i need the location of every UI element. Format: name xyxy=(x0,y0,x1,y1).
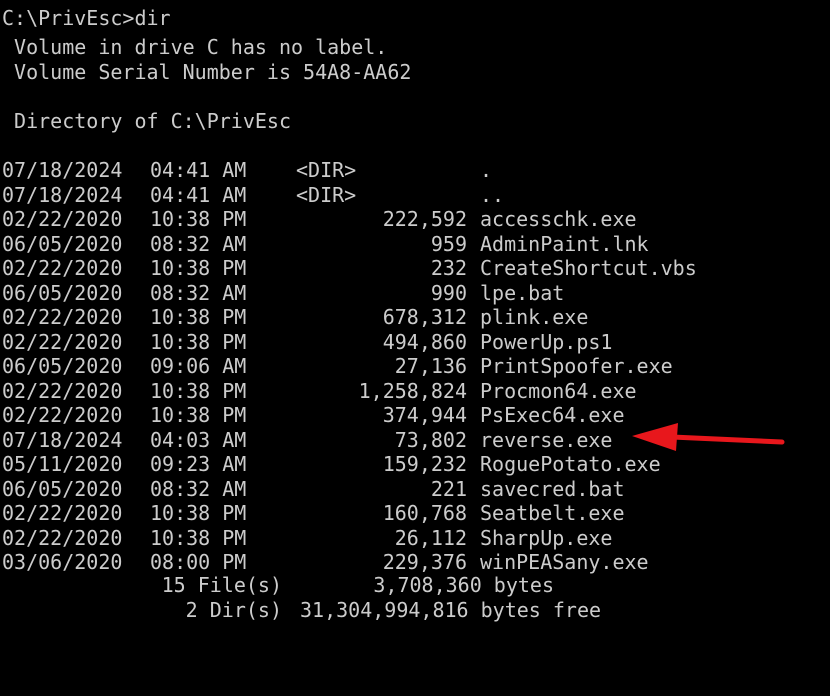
dirs-count: 2 Dir(s) xyxy=(185,598,282,622)
dirs-bytes-free: 31,304,994,816 bytes free xyxy=(300,598,602,622)
entry-date: 03/06/2020 xyxy=(2,550,123,574)
entry-time: 09:06 AM xyxy=(150,354,247,378)
entry-time: 10:38 PM xyxy=(150,329,247,354)
entry-date: 06/05/2020 xyxy=(2,280,123,305)
entry-size: 159,232 xyxy=(382,452,467,476)
entry-time: 10:38 PM xyxy=(150,305,247,329)
entry-name: winPEASany.exe xyxy=(480,550,649,574)
prompt-line: C:\PrivEsc>dir xyxy=(2,6,171,30)
entry-name: reverse.exe xyxy=(480,427,613,452)
entry-name: PowerUp.ps1 xyxy=(480,329,613,354)
entry-date: 07/18/2024 xyxy=(2,158,123,182)
entry-name: .. xyxy=(480,182,505,207)
entry-date: 06/05/2020 xyxy=(2,476,123,501)
files-count: 15 File(s) xyxy=(161,573,282,597)
entry-date: 02/22/2020 xyxy=(2,525,123,550)
entry-time: 10:38 PM xyxy=(150,207,247,231)
entry-time: 04:03 AM xyxy=(150,427,247,452)
entry-date: 02/22/2020 xyxy=(2,207,123,231)
entry-size: 160,768 xyxy=(382,501,467,525)
entry-date: 05/11/2020 xyxy=(2,452,123,476)
entry-size: 73,802 xyxy=(394,427,467,452)
files-bytes: 3,708,360 bytes xyxy=(373,573,554,597)
entry-date: 02/22/2020 xyxy=(2,378,123,403)
entry-name: accesschk.exe xyxy=(480,207,637,231)
entry-date: 02/22/2020 xyxy=(2,305,123,329)
summary-files-line: 15 File(s) 3,708,360 bytes xyxy=(2,573,554,598)
entry-time: 09:23 AM xyxy=(150,452,247,476)
entry-name: PrintSpoofer.exe xyxy=(480,354,673,378)
entry-size: 27,136 xyxy=(394,354,467,378)
entry-date: 06/05/2020 xyxy=(2,354,123,378)
entry-time: 08:32 AM xyxy=(150,280,247,305)
entry-name: plink.exe xyxy=(480,305,589,329)
entry-name: Procmon64.exe xyxy=(480,378,637,403)
entry-size: 494,860 xyxy=(382,329,467,354)
entry-date: 02/22/2020 xyxy=(2,403,123,427)
entry-time: 08:32 AM xyxy=(150,231,247,256)
entry-name: savecred.bat xyxy=(480,476,625,501)
entry-time: 10:38 PM xyxy=(150,403,247,427)
entry-name: . xyxy=(480,158,493,182)
entry-name: SharpUp.exe xyxy=(480,525,613,550)
entry-time: 08:32 AM xyxy=(150,476,247,501)
entry-date: 02/22/2020 xyxy=(2,256,123,280)
volume-serial-line: Volume Serial Number is 54A8-AA62 xyxy=(2,60,412,84)
entry-size: 678,312 xyxy=(382,305,467,329)
console-window[interactable]: C:\PrivEsc>dir Volume in drive C has no … xyxy=(0,0,830,636)
entry-time: 10:38 PM xyxy=(150,256,247,280)
entry-name: lpe.bat xyxy=(480,280,565,305)
entry-time: 04:41 AM xyxy=(150,158,247,182)
entry-size: 990 xyxy=(430,280,467,305)
entry-size: 222,592 xyxy=(382,207,467,231)
entry-name: PsExec64.exe xyxy=(480,403,625,427)
entry-time: 10:38 PM xyxy=(150,525,247,550)
directory-of-line: Directory of C:\PrivEsc xyxy=(2,109,291,133)
entry-name: Seatbelt.exe xyxy=(480,501,625,525)
entry-size: 1,258,824 xyxy=(358,378,467,403)
entry-size: 232 xyxy=(430,256,467,280)
entry-time: 04:41 AM xyxy=(150,182,247,207)
entry-date: 06/05/2020 xyxy=(2,231,123,256)
entry-name: AdminPaint.lnk xyxy=(480,231,649,256)
entry-time: 08:00 PM xyxy=(150,550,247,574)
entry-date: 07/18/2024 xyxy=(2,427,123,452)
entry-name: CreateShortcut.vbs xyxy=(480,256,697,280)
entry-time: 10:38 PM xyxy=(150,378,247,403)
entry-date: 07/18/2024 xyxy=(2,182,123,207)
summary-dirs-line: 2 Dir(s) 31,304,994,816 bytes free xyxy=(2,598,601,623)
entry-time: 10:38 PM xyxy=(150,501,247,525)
volume-label-line: Volume in drive C has no label. xyxy=(2,35,388,59)
entry-dir-tag: <DIR> xyxy=(296,158,357,182)
entry-size: 221 xyxy=(430,476,467,501)
entry-dir-tag: <DIR> xyxy=(296,182,357,207)
entry-size: 229,376 xyxy=(382,550,467,574)
entry-size: 374,944 xyxy=(382,403,467,427)
entry-size: 959 xyxy=(430,231,467,256)
entry-date: 02/22/2020 xyxy=(2,329,123,354)
entry-name: RoguePotato.exe xyxy=(480,452,661,476)
entry-size: 26,112 xyxy=(394,525,467,550)
entry-date: 02/22/2020 xyxy=(2,501,123,525)
